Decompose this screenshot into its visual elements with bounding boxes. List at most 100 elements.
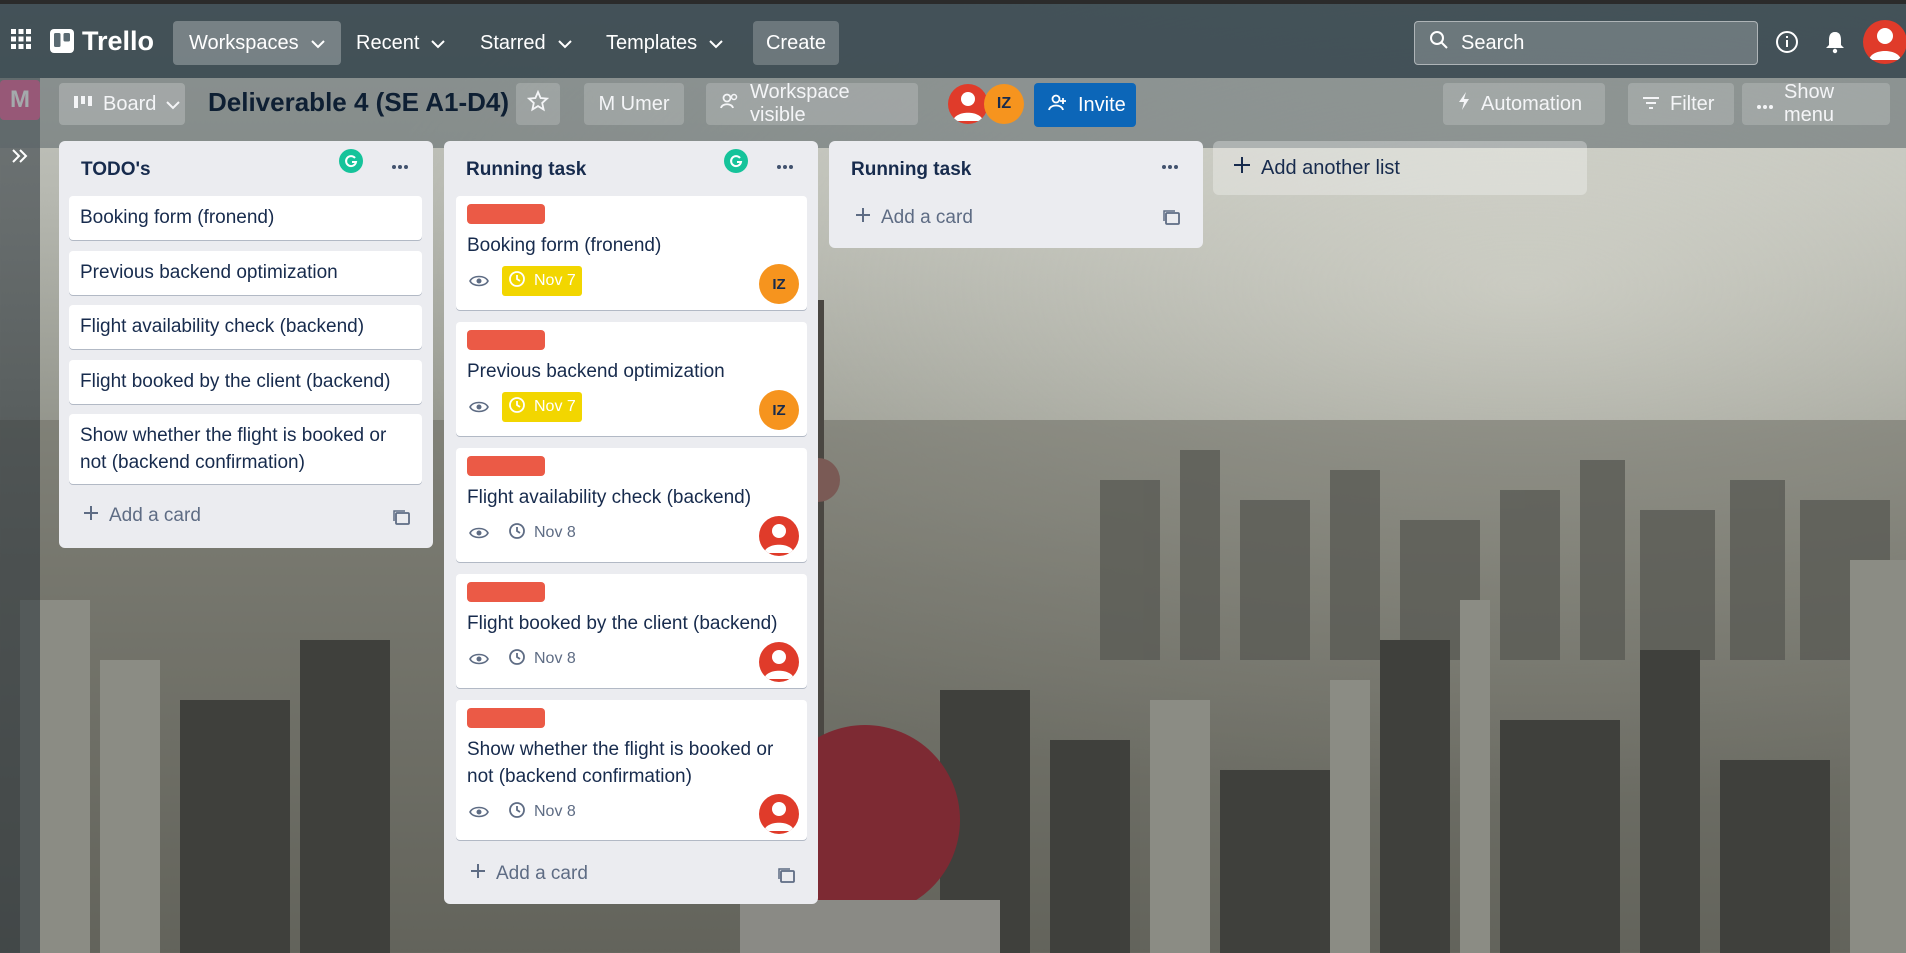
watch-eye-icon — [468, 270, 490, 292]
list-actions-icon[interactable] — [1155, 155, 1185, 179]
board-member-iz[interactable]: IZ — [984, 84, 1024, 124]
card-label-red[interactable] — [467, 330, 545, 350]
clock-icon — [508, 522, 526, 545]
card-title: Show whether the flight is booked or not… — [467, 739, 774, 787]
card-template-icon[interactable] — [389, 505, 415, 531]
plus-icon — [855, 207, 871, 229]
card[interactable]: Flight booked by the client (backend) No… — [456, 574, 807, 688]
nav-label: Workspaces — [189, 31, 299, 54]
automation-label: Automation — [1481, 92, 1583, 115]
watch-eye-icon — [468, 396, 490, 418]
filter-button[interactable]: Filter — [1628, 83, 1734, 125]
list-title[interactable]: Running task — [466, 159, 586, 181]
create-button[interactable]: Create — [753, 21, 839, 65]
info-icon[interactable] — [1772, 26, 1802, 58]
list-actions-icon[interactable] — [385, 155, 415, 179]
lightning-icon — [1457, 91, 1471, 117]
add-card-button[interactable]: Add a card — [83, 505, 201, 527]
star-icon — [526, 89, 550, 118]
workspace-name-button[interactable]: M Umer — [584, 83, 684, 125]
add-card-button[interactable]: Add a card — [470, 863, 588, 885]
automation-button[interactable]: Automation — [1443, 83, 1605, 125]
card-template-icon[interactable] — [1159, 205, 1185, 231]
list-actions-icon[interactable] — [770, 155, 800, 179]
due-date-badge[interactable]: Nov 8 — [502, 518, 582, 548]
due-date-label: Nov 7 — [534, 398, 576, 415]
search-input[interactable]: Search — [1414, 21, 1758, 65]
people-icon — [720, 92, 740, 116]
card[interactable]: Previous backend optimization Nov 7 IZ — [456, 322, 807, 436]
nav-workspaces[interactable]: Workspaces — [173, 21, 341, 65]
due-date-label: Nov 7 — [534, 272, 576, 289]
filter-icon — [1642, 93, 1660, 116]
due-date-badge[interactable]: Nov 7 — [502, 266, 582, 296]
due-date-badge[interactable]: Nov 8 — [502, 644, 582, 674]
board-member-avatar[interactable] — [948, 84, 988, 124]
star-board-button[interactable] — [516, 83, 560, 125]
card[interactable]: Previous backend optimization — [69, 251, 422, 295]
nav-starred[interactable]: Starred — [464, 21, 588, 65]
card[interactable]: Show whether the flight is booked or not… — [456, 700, 807, 840]
card[interactable]: Show whether the flight is booked or not… — [69, 414, 422, 484]
card-label-red[interactable] — [467, 582, 545, 602]
show-menu-button[interactable]: Show menu — [1742, 81, 1890, 126]
list-title[interactable]: Running task — [851, 159, 971, 181]
card[interactable]: Flight availability check (backend) Nov … — [456, 448, 807, 562]
card-label-red[interactable] — [467, 456, 545, 476]
add-card-label: Add a card — [496, 863, 588, 884]
add-person-icon — [1048, 93, 1068, 117]
list-title[interactable]: TODO's — [81, 159, 151, 181]
grammarly-icon[interactable] — [339, 149, 363, 173]
card[interactable]: Booking form (fronend) — [69, 196, 422, 240]
invite-label: Invite — [1078, 93, 1126, 116]
chevron-down-icon — [310, 32, 325, 55]
card[interactable]: Flight booked by the client (backend) — [69, 360, 422, 404]
search-icon — [1429, 30, 1449, 56]
trello-icon — [50, 29, 74, 53]
card-member-avatar[interactable] — [759, 794, 799, 834]
nav-label: Recent — [356, 31, 420, 54]
board-view-icon — [73, 93, 93, 116]
add-card-button[interactable]: Add a card — [855, 207, 973, 229]
card[interactable]: Booking form (fronend) Nov 7 IZ — [456, 196, 807, 310]
nav-recent[interactable]: Recent — [340, 21, 461, 65]
card-label-red[interactable] — [467, 708, 545, 728]
clock-icon — [508, 396, 526, 419]
watch-eye-icon — [468, 522, 490, 544]
card-member-avatar[interactable] — [759, 642, 799, 682]
card-member-avatar[interactable] — [759, 516, 799, 556]
app-switcher-icon[interactable] — [8, 24, 34, 54]
board-title[interactable]: Deliverable 4 (SE A1-D4) — [208, 87, 509, 118]
add-card-label: Add a card — [109, 505, 201, 526]
board-view-switcher[interactable]: Board — [59, 83, 185, 125]
trello-logo[interactable]: Trello — [50, 24, 154, 58]
watch-eye-icon — [468, 801, 490, 823]
card-title: Flight availability check (backend) — [80, 316, 365, 337]
bell-icon[interactable] — [1820, 26, 1850, 58]
add-list-button[interactable]: Add another list — [1213, 141, 1587, 195]
visibility-button[interactable]: Workspace visible — [706, 81, 918, 126]
nav-templates[interactable]: Templates — [590, 21, 739, 65]
search-placeholder: Search — [1461, 31, 1525, 54]
chevron-down-icon — [431, 32, 446, 55]
card-member-iz[interactable]: IZ — [759, 390, 799, 430]
card[interactable]: Flight availability check (backend) — [69, 305, 422, 349]
due-date-label: Nov 8 — [534, 650, 576, 667]
add-card-label: Add a card — [881, 207, 973, 228]
due-date-label: Nov 8 — [534, 524, 576, 541]
card-template-icon[interactable] — [774, 863, 800, 889]
plus-icon — [83, 505, 99, 527]
list-running-task: Running task Booking form (fronend) Nov … — [444, 141, 818, 904]
card-title: Flight availability check (backend) — [467, 487, 752, 508]
watch-eye-icon — [468, 648, 490, 670]
card-title: Previous backend optimization — [467, 361, 725, 382]
profile-avatar[interactable] — [1863, 20, 1906, 64]
card-label-red[interactable] — [467, 204, 545, 224]
invite-button[interactable]: Invite — [1034, 83, 1136, 127]
due-date-badge[interactable]: Nov 7 — [502, 392, 582, 422]
due-date-badge[interactable]: Nov 8 — [502, 797, 582, 827]
card-member-iz[interactable]: IZ — [759, 264, 799, 304]
due-date-label: Nov 8 — [534, 803, 576, 820]
chevron-down-icon — [166, 93, 181, 116]
grammarly-icon[interactable] — [724, 149, 748, 173]
